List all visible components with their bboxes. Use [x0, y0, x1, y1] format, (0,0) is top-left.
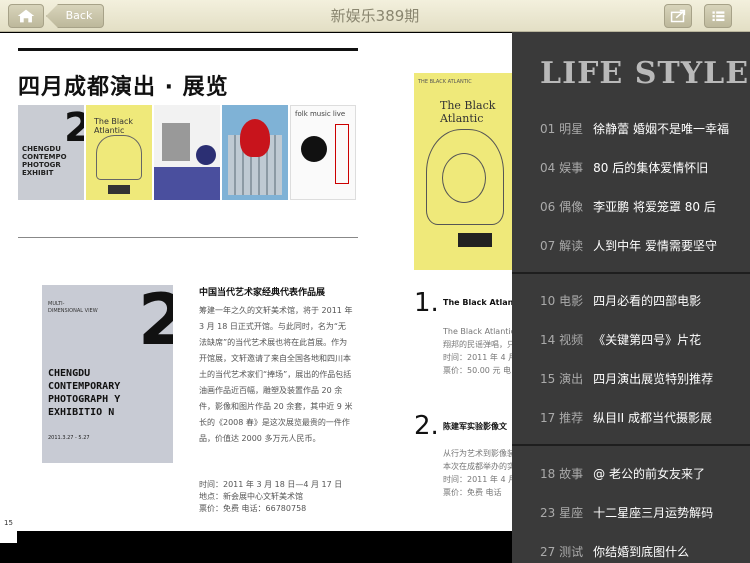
- contents-page-number: 07 解读: [540, 239, 584, 253]
- contents-page-number: 06 偶像: [540, 200, 584, 214]
- contents-item-title: 李亚鹏 将爱笼罩 80 后: [593, 200, 716, 214]
- contents-item-title: 人到中年 爱情需要坚守: [593, 239, 717, 253]
- contents-page-number: 10 电影: [540, 294, 584, 308]
- contents-item-title: 四月必看的四部电影: [593, 294, 702, 308]
- contents-item[interactable]: 15 演出 四月演出展览特别推荐: [540, 370, 713, 390]
- contents-item[interactable]: 10 电影 四月必看的四部电影: [540, 292, 701, 312]
- black-atlantic-poster[interactable]: THE BLACK ATLANTIC The Black Atlantic: [414, 73, 512, 270]
- contents-item-title: @ 老公的前女友来了: [593, 467, 705, 481]
- contents-menu-button[interactable]: [704, 4, 732, 28]
- poster-title-line: PHOTOGRAPH Y: [48, 394, 121, 405]
- article-heading: 中国当代艺术家经典代表作品展: [199, 288, 326, 298]
- page-bottom-bar: [0, 531, 512, 563]
- thumbnail-folk-music[interactable]: folk music live: [290, 105, 356, 200]
- thumbnail-photography-poster[interactable]: 2 CHENGDU CONTEMPO PHOTOGR EXHIBIT: [18, 105, 84, 200]
- contents-separator: [512, 444, 750, 446]
- list-line: 时间：2011 年 4 月: [443, 475, 517, 484]
- contents-page-number: 15 演出: [540, 372, 584, 386]
- contents-item[interactable]: 27 测试 你结婚到底图什么: [540, 543, 689, 563]
- thumbnail-black-atlantic[interactable]: The Black Atlantic: [86, 105, 152, 200]
- contents-item[interactable]: 01 明星 徐静蕾 婚姻不是唯一幸福: [540, 120, 729, 140]
- contents-page-number: 04 娱事: [540, 161, 584, 175]
- event-time: 时间：2011 年 3 月 18 日—4 月 17 日: [199, 480, 343, 489]
- contents-page-number: 14 视频: [540, 333, 584, 347]
- thumbnail-architecture[interactable]: [222, 105, 288, 200]
- poster-title-line: CONTEMPORARY: [48, 381, 121, 392]
- app-window: Back 新娱乐389期 四月成都演出 · 展览 2 CHENGDU CONTEM…: [0, 0, 750, 563]
- contents-item-title: 《关键第四号》片花: [593, 333, 702, 347]
- contents-page-number: 23 星座: [540, 506, 584, 520]
- thumbnail-image-exhibition[interactable]: [154, 105, 220, 200]
- event-location: 地点：新会展中心文轩美术馆: [199, 492, 303, 501]
- contents-page-number: 01 明星: [540, 122, 584, 136]
- contents-page-number: 27 测试: [540, 545, 584, 559]
- exhibition-poster: MULTI- DIMENSIONAL VIEW 2 CHENGDU CONTEM…: [42, 285, 173, 463]
- list-icon: [712, 11, 725, 22]
- contents-item[interactable]: 18 故事 @ 老公的前女友来了: [540, 465, 705, 485]
- contents-separator: [512, 272, 750, 274]
- contents-item[interactable]: 17 推荐 纵目II 成都当代摄影展: [540, 409, 712, 429]
- list-text: 从行为艺术到影像装 本次在成都举办的实 时间：2011 年 4 月 票价：免费 …: [443, 447, 516, 499]
- contents-item[interactable]: 23 星座 十二星座三月运势解码: [540, 504, 713, 524]
- contents-page-number: 18 故事: [540, 467, 584, 481]
- list-line: 从行为艺术到影像装: [443, 449, 515, 458]
- poster-number: 2: [138, 285, 173, 361]
- contents-panel: LIFE STYLE 01 明星 徐静蕾 婚姻不是唯一幸福 04 娱事 80 后的集…: [512, 32, 750, 563]
- poster-date: 2011.3.27 - 5.27: [48, 435, 90, 441]
- list-heading: 陈建军实验影像文: [443, 422, 507, 431]
- list-line: 票价：免费 电话: [443, 488, 502, 497]
- contents-item-title: 你结婚到底图什么: [593, 545, 690, 559]
- contents-item-title: 纵目II 成都当代摄影展: [593, 411, 713, 425]
- contents-item-title: 四月演出展览特别推荐: [593, 372, 714, 386]
- article-body: 筹建一年之久的文轩美术馆，将于 2011 年 3 月 18 日正式开馆。与此同时…: [199, 306, 353, 443]
- poster-caption: The Black Atlantic: [440, 99, 496, 125]
- list-number: 1.: [414, 288, 439, 318]
- panel-title: LIFE STYLE: [540, 56, 750, 91]
- poster-title-line: EXHIBITIO N: [48, 407, 115, 418]
- contents-item[interactable]: 14 视频 《关键第四号》片花: [540, 331, 701, 351]
- poster-line-1: MULTI-: [48, 301, 65, 307]
- page-edge: [0, 531, 17, 543]
- contents-item[interactable]: 06 偶像 李亚鹏 将爱笼罩 80 后: [540, 198, 716, 218]
- contents-item-title: 十二星座三月运势解码: [593, 506, 714, 520]
- list-number: 2.: [414, 411, 439, 441]
- page-number: 15: [4, 519, 13, 527]
- contents-item[interactable]: 04 娱事 80 后的集体爱情怀旧: [540, 159, 708, 179]
- contents-item[interactable]: 07 解读 人到中年 爱情需要坚守: [540, 237, 717, 257]
- article-meta: 时间：2011 年 3 月 18 日—4 月 17 日 地点：新会展中心文轩美术…: [199, 479, 342, 515]
- page-title: 四月成都演出 · 展览: [18, 75, 229, 100]
- poster-line-2: DIMENSIONAL VIEW: [48, 308, 98, 314]
- divider: [18, 237, 358, 238]
- divider: [18, 48, 358, 51]
- poster-title-line: CHENGDU: [48, 368, 91, 379]
- event-ticket: 票价：免费 电话：66780758: [199, 504, 307, 513]
- contents-page-number: 17 推荐: [540, 411, 584, 425]
- top-navigation-bar: Back 新娱乐389期: [0, 0, 750, 32]
- magazine-page: 四月成都演出 · 展览 2 CHENGDU CONTEMPO PHOTOGR EXHI…: [0, 33, 526, 531]
- list-line: 本次在成都举办的实: [443, 462, 515, 471]
- thumbnail-caption: The Black Atlantic: [94, 117, 134, 135]
- share-button[interactable]: [664, 4, 692, 28]
- contents-item-title: 80 后的集体爱情怀旧: [593, 161, 709, 175]
- contents-item-title: 徐静蕾 婚姻不是唯一幸福: [593, 122, 729, 136]
- issue-title: 新娱乐389期: [330, 7, 420, 25]
- share-icon: [670, 9, 686, 23]
